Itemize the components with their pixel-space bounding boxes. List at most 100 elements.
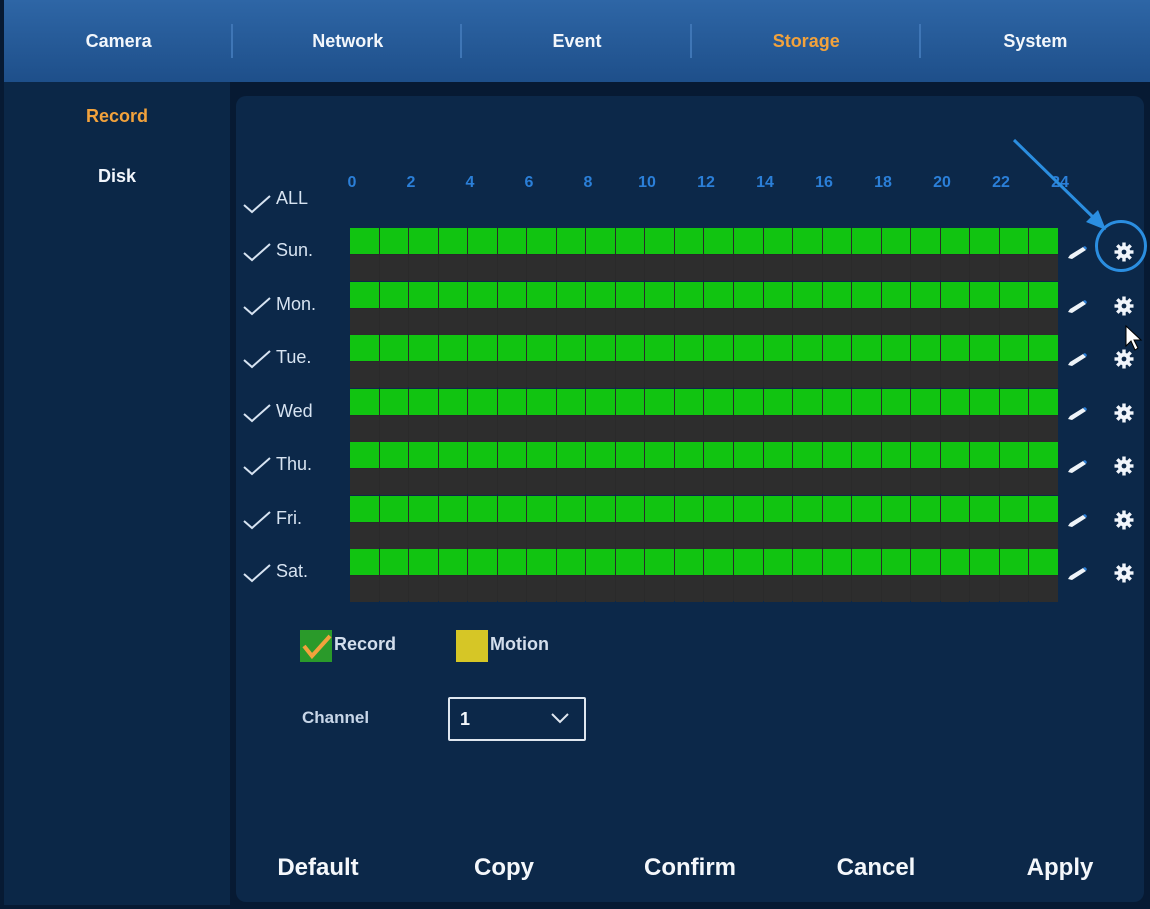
motion-hour-cell[interactable] xyxy=(734,308,763,335)
day-label[interactable]: Tue. xyxy=(276,347,311,368)
record-hour-cell[interactable] xyxy=(999,281,1029,308)
motion-hour-cell[interactable] xyxy=(793,576,822,602)
day-schedule-grid[interactable] xyxy=(350,335,1058,388)
motion-hour-cell[interactable] xyxy=(409,255,438,281)
day-schedule-grid[interactable] xyxy=(350,228,1058,281)
motion-hour-cell[interactable] xyxy=(527,308,556,335)
motion-hour-cell[interactable] xyxy=(586,362,615,388)
record-hour-cell[interactable] xyxy=(468,549,497,575)
record-hour-cell[interactable] xyxy=(940,549,970,575)
record-hour-cell[interactable] xyxy=(793,335,822,361)
record-hour-cell[interactable] xyxy=(468,495,497,522)
record-hour-cell[interactable] xyxy=(852,442,881,468)
record-hour-cell[interactable] xyxy=(704,281,734,308)
motion-hour-cell[interactable] xyxy=(674,308,704,335)
motion-hour-cell[interactable] xyxy=(615,576,645,602)
motion-hour-cell[interactable] xyxy=(438,255,468,281)
cancel-button[interactable]: Cancel xyxy=(837,854,916,882)
motion-hour-cell[interactable] xyxy=(940,576,970,602)
motion-hour-cell[interactable] xyxy=(674,576,704,602)
record-hour-cell[interactable] xyxy=(497,388,527,415)
record-hour-cell[interactable] xyxy=(763,335,793,361)
record-hour-cell[interactable] xyxy=(497,335,527,361)
motion-hour-cell[interactable] xyxy=(704,308,734,335)
motion-hour-cell[interactable] xyxy=(497,576,527,602)
day-label[interactable]: Thu. xyxy=(276,454,312,475)
day-label[interactable]: Wed xyxy=(276,401,313,422)
record-hour-cell[interactable] xyxy=(556,281,586,308)
check-icon[interactable] xyxy=(242,563,272,583)
record-hour-cell[interactable] xyxy=(999,335,1029,361)
record-hour-cell[interactable] xyxy=(615,388,645,415)
motion-hour-cell[interactable] xyxy=(852,308,881,335)
motion-hour-cell[interactable] xyxy=(940,255,970,281)
record-hour-cell[interactable] xyxy=(970,228,999,254)
motion-hour-cell[interactable] xyxy=(586,522,615,549)
motion-hour-cell[interactable] xyxy=(586,576,615,602)
record-hour-cell[interactable] xyxy=(940,228,970,254)
check-icon[interactable] xyxy=(242,194,272,214)
motion-hour-cell[interactable] xyxy=(379,255,409,281)
motion-hour-cell[interactable] xyxy=(704,469,734,495)
confirm-button[interactable]: Confirm xyxy=(644,854,736,882)
motion-hour-cell[interactable] xyxy=(497,469,527,495)
record-hour-cell[interactable] xyxy=(438,495,468,522)
motion-legend-swatch[interactable] xyxy=(456,630,488,662)
record-hour-cell[interactable] xyxy=(350,549,379,575)
motion-hour-cell[interactable] xyxy=(822,522,852,549)
motion-hour-cell[interactable] xyxy=(615,308,645,335)
motion-hour-cell[interactable] xyxy=(645,308,674,335)
record-hour-cell[interactable] xyxy=(674,549,704,575)
motion-hour-cell[interactable] xyxy=(468,522,497,549)
record-hour-cell[interactable] xyxy=(350,335,379,361)
record-hour-cell[interactable] xyxy=(645,442,674,468)
motion-hour-cell[interactable] xyxy=(793,255,822,281)
motion-hour-cell[interactable] xyxy=(409,415,438,442)
record-hour-cell[interactable] xyxy=(763,228,793,254)
record-hour-cell[interactable] xyxy=(379,549,409,575)
record-hour-cell[interactable] xyxy=(350,228,379,254)
motion-hour-cell[interactable] xyxy=(911,576,940,602)
motion-hour-cell[interactable] xyxy=(645,362,674,388)
record-hour-cell[interactable] xyxy=(556,335,586,361)
tab-system[interactable]: System xyxy=(921,0,1150,82)
motion-hour-cell[interactable] xyxy=(970,255,999,281)
motion-hour-cell[interactable] xyxy=(409,522,438,549)
record-hour-cell[interactable] xyxy=(734,335,763,361)
gear-icon[interactable] xyxy=(1114,563,1134,583)
motion-hour-cell[interactable] xyxy=(940,522,970,549)
record-hour-cell[interactable] xyxy=(527,388,556,415)
motion-hour-cell[interactable] xyxy=(645,522,674,549)
motion-hour-cell[interactable] xyxy=(793,469,822,495)
record-hour-cell[interactable] xyxy=(379,388,409,415)
record-hour-cell[interactable] xyxy=(911,549,940,575)
motion-hour-cell[interactable] xyxy=(497,522,527,549)
record-hour-cell[interactable] xyxy=(379,281,409,308)
motion-hour-cell[interactable] xyxy=(556,308,586,335)
record-hour-cell[interactable] xyxy=(793,549,822,575)
record-hour-cell[interactable] xyxy=(999,388,1029,415)
record-hour-cell[interactable] xyxy=(911,388,940,415)
record-hour-cell[interactable] xyxy=(527,549,556,575)
motion-hour-cell[interactable] xyxy=(409,362,438,388)
motion-hour-cell[interactable] xyxy=(881,522,911,549)
record-hour-cell[interactable] xyxy=(556,442,586,468)
motion-hour-cell[interactable] xyxy=(438,522,468,549)
record-hour-cell[interactable] xyxy=(379,335,409,361)
motion-hour-cell[interactable] xyxy=(586,469,615,495)
motion-hour-cell[interactable] xyxy=(822,415,852,442)
motion-hour-cell[interactable] xyxy=(970,308,999,335)
motion-hour-cell[interactable] xyxy=(468,576,497,602)
motion-hour-cell[interactable] xyxy=(999,469,1029,495)
motion-hour-cell[interactable] xyxy=(645,469,674,495)
motion-hour-cell[interactable] xyxy=(556,522,586,549)
record-hour-cell[interactable] xyxy=(734,442,763,468)
motion-hour-cell[interactable] xyxy=(911,255,940,281)
record-hour-cell[interactable] xyxy=(852,495,881,522)
motion-hour-cell[interactable] xyxy=(438,576,468,602)
all-label[interactable]: ALL xyxy=(276,188,308,209)
pencil-icon[interactable] xyxy=(1066,406,1088,421)
motion-hour-cell[interactable] xyxy=(350,308,379,335)
record-hour-cell[interactable] xyxy=(940,335,970,361)
motion-hour-cell[interactable] xyxy=(734,522,763,549)
